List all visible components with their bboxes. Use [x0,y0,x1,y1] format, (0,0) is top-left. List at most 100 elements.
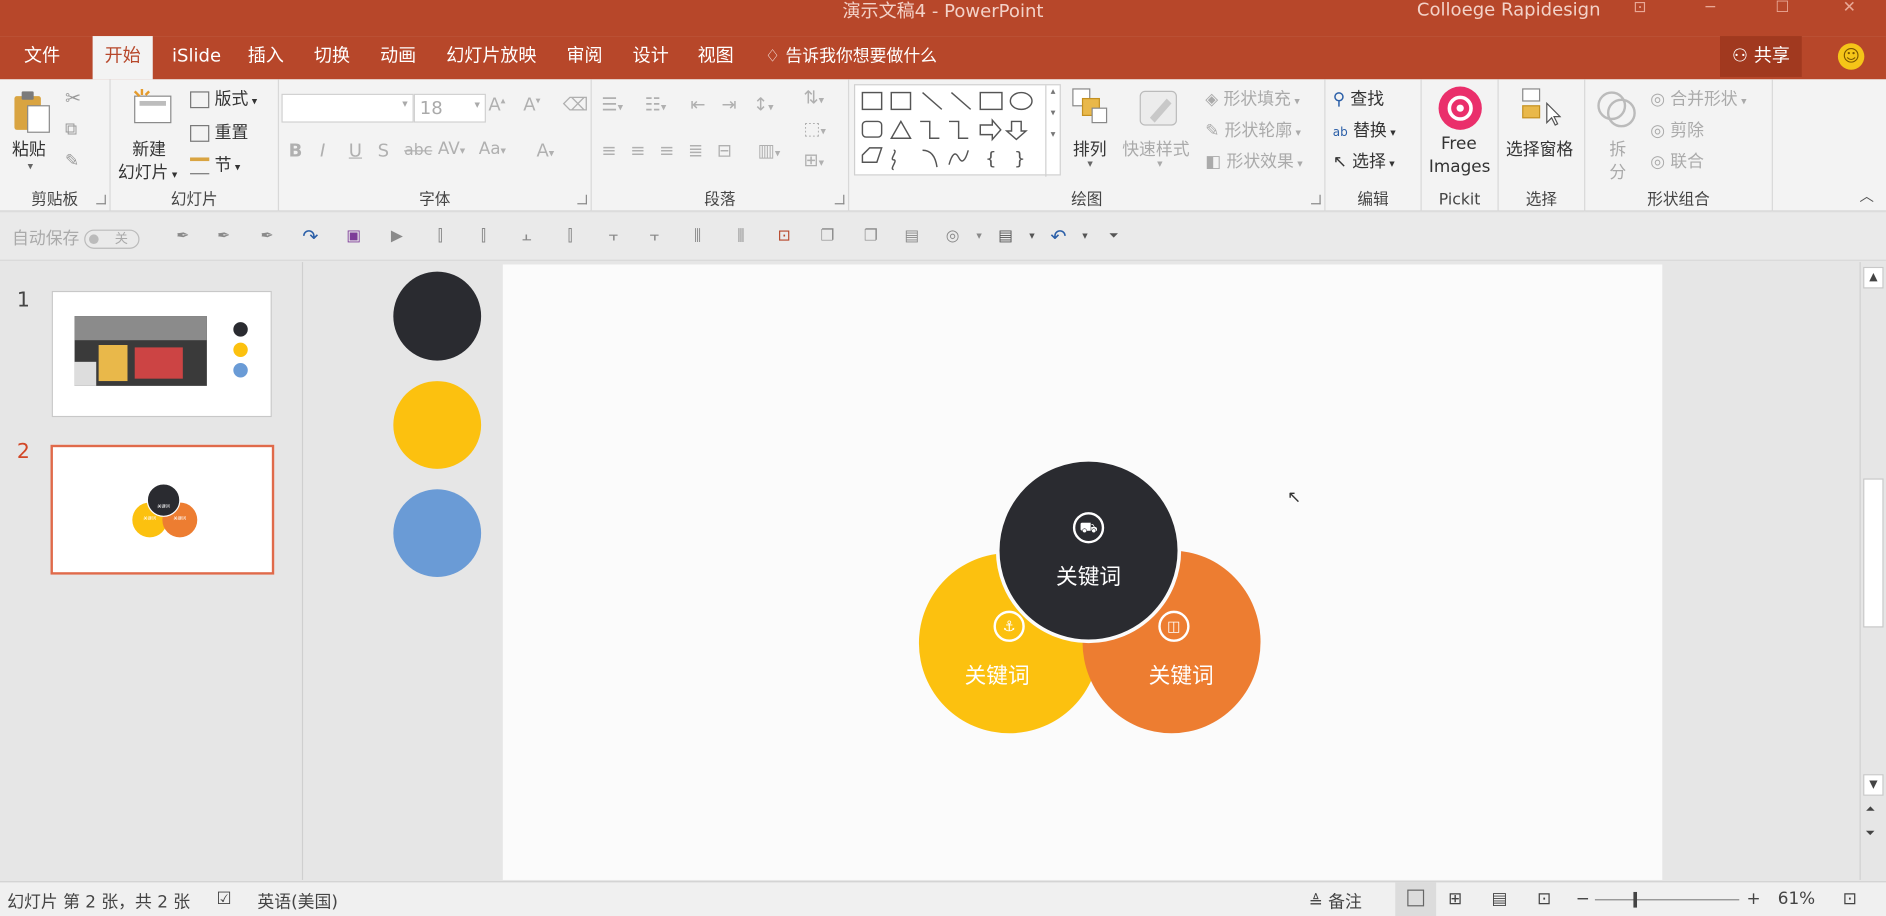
bring-forward-icon[interactable]: ❐ [818,227,837,246]
fit-to-window-icon[interactable]: ⊡ [1843,890,1857,909]
scroll-up-icon[interactable]: ▲ [1863,266,1884,289]
layout-button[interactable]: 版式 ▾ [190,87,257,111]
tell-me-box[interactable]: ♢ 告诉我你想要做什么 [765,36,937,77]
align-left-objects-icon[interactable]: ⫿ [431,227,450,246]
tab-slideshow[interactable]: 幻灯片放映 [434,36,548,79]
strikethrough-icon[interactable]: abc [404,142,432,160]
tab-view[interactable]: 视图 [686,36,746,79]
font-size-input[interactable]: 18 ▾ [413,93,486,123]
select-button[interactable]: ↖ 选择 ▾ [1333,149,1395,173]
align-right-objects-icon[interactable]: ⫿ [561,227,580,246]
split-line1[interactable]: 拆 [1609,137,1626,161]
tab-islide[interactable]: iSlide [160,36,233,79]
zoom-out-icon[interactable]: − [1576,890,1590,909]
align-middle-icon[interactable]: ⫟ [645,227,664,246]
distributed-icon[interactable]: ⊟ [717,139,732,161]
close-icon[interactable]: ✕ [1843,0,1856,17]
convert-smartart-icon[interactable]: ⊞▾ [803,149,824,171]
quick-styles-icon[interactable] [1138,87,1181,130]
ribbon-display-options-icon[interactable]: ⊡ [1633,0,1646,17]
format-painter-icon[interactable]: ✎ [65,151,79,170]
free-images-line2[interactable]: Images [1429,157,1491,176]
eyedropper-icon[interactable]: ✒ [173,227,192,246]
arrange-button[interactable]: 排列 [1073,137,1107,161]
zoom-in-icon[interactable]: + [1746,890,1760,909]
palette-swatch-yellow[interactable] [393,381,482,469]
next-slide-icon[interactable]: ⏷ [1866,827,1876,840]
shape-outline-button[interactable]: ✎ 形状轮廓 ▾ [1205,118,1301,142]
decrease-font-icon[interactable]: A▾ [523,94,540,116]
merge-shapes-qat-icon[interactable]: ◎ [943,227,962,246]
collapse-ribbon-icon[interactable]: ︿ [1860,185,1874,205]
slideshow-view-icon[interactable]: ⊡ [1537,890,1551,909]
save-icon[interactable]: ▣ [344,227,363,246]
font-launcher-icon[interactable] [577,194,587,205]
shape-effects-button[interactable]: ◧ 形状效果 ▾ [1205,149,1303,173]
distribute-horizontal-icon[interactable]: ⫼ [688,227,707,246]
free-images-line1[interactable]: Free [1441,135,1477,154]
shapes-gallery[interactable]: {} ▴ ▾ ▾ [853,84,1061,177]
send-backward-icon[interactable]: ❐ [861,227,880,246]
copy-icon[interactable]: ⧉ [65,120,77,139]
feedback-smiley-icon[interactable]: ☺ [1837,43,1865,70]
tab-insert[interactable]: 插入 [236,36,296,79]
slide-thumbnail-2[interactable]: 关键词 关键词 关键词 [50,444,275,575]
columns-icon[interactable]: ▥▾ [758,139,781,161]
text-box-dropdown-icon[interactable]: ▾ [1022,227,1041,246]
section-button[interactable]: 节 ▾ [190,153,240,177]
pickit-logo-icon[interactable] [1438,86,1482,130]
quick-styles-dropdown-icon[interactable]: ▾ [1157,159,1162,171]
split-icon[interactable] [1595,87,1638,130]
merge-shapes-button[interactable]: ◎ 合并形状 ▾ [1650,87,1746,111]
venn-circle-top[interactable]: ⛟ 关键词 [995,458,1182,644]
slide-thumbnail-1[interactable] [51,290,272,418]
distribute-vertical-icon[interactable]: ⫼ [731,227,750,246]
arrange-icon[interactable] [1070,87,1108,128]
tab-home[interactable]: 开始 [92,36,153,80]
union-button[interactable]: ◎ 联合 [1650,149,1704,173]
undo-dropdown-icon[interactable]: ▾ [1075,227,1094,246]
customize-qat-icon[interactable]: ⏷ [1104,227,1123,246]
font-size-dropdown-icon[interactable]: ▾ [474,100,479,112]
zoom-level[interactable]: 61% [1778,890,1815,909]
text-direction-icon[interactable]: ⇅▾ [803,87,824,109]
split-line2[interactable]: 分 [1609,160,1626,184]
selection-pane-icon[interactable] [1520,87,1562,130]
redo-icon[interactable]: ↷ [301,227,320,246]
underline-icon[interactable]: U [349,139,362,161]
scroll-thumb[interactable] [1863,478,1884,628]
previous-slide-icon[interactable]: ⏶ [1866,803,1876,816]
autosave-switch[interactable]: 关 [84,229,141,249]
eyedropper-icon[interactable]: ✒ [214,227,233,246]
new-slide-button[interactable]: 幻灯片 ▾ [118,160,177,184]
new-slide-line1[interactable]: 新建 [132,137,166,161]
char-spacing-icon[interactable]: AV▾ [438,139,465,158]
share-button[interactable]: ⚇ 共享 [1720,36,1802,77]
increase-font-icon[interactable]: A▴ [488,94,505,116]
font-color-icon[interactable]: A▾ [536,139,554,161]
paste-dropdown-icon[interactable]: ▾ [28,161,33,173]
maximize-icon[interactable]: ☐ [1775,0,1789,17]
bold-icon[interactable]: B [289,139,303,161]
clipboard-launcher-icon[interactable] [96,194,106,205]
vertical-scrollbar[interactable]: ▲ ▼ ⏶ ⏷ [1859,262,1886,880]
subtract-button[interactable]: ◎ 剪除 [1650,118,1704,142]
bullets-icon[interactable]: ☰▾ [601,94,623,116]
shadow-icon[interactable]: S [378,139,389,161]
drawing-launcher-icon[interactable] [1311,194,1321,205]
shapes-gallery-scroll[interactable]: ▴ ▾ ▾ [1045,85,1059,177]
text-box-qat-icon[interactable]: ▤ [996,227,1015,246]
align-bottom-icon[interactable]: ⫠ [517,227,536,246]
spelling-check-icon[interactable]: ☑ [217,890,232,909]
tab-animations[interactable]: 动画 [368,36,428,79]
numbering-icon[interactable]: ☷▾ [645,94,667,116]
merge-shapes-dropdown-icon[interactable]: ▾ [969,227,988,246]
arrange-dropdown-icon[interactable]: ▾ [1087,159,1092,171]
line-spacing-icon[interactable]: ↕▾ [753,94,774,116]
language-indicator[interactable]: 英语(美国) [257,890,338,914]
change-case-icon[interactable]: Aa▾ [479,139,506,158]
normal-view-button[interactable] [1395,882,1437,916]
tab-transitions[interactable]: 切换 [302,36,362,79]
eyedropper-icon[interactable]: ✒ [257,227,276,246]
justify-icon[interactable]: ≣ [688,139,703,161]
